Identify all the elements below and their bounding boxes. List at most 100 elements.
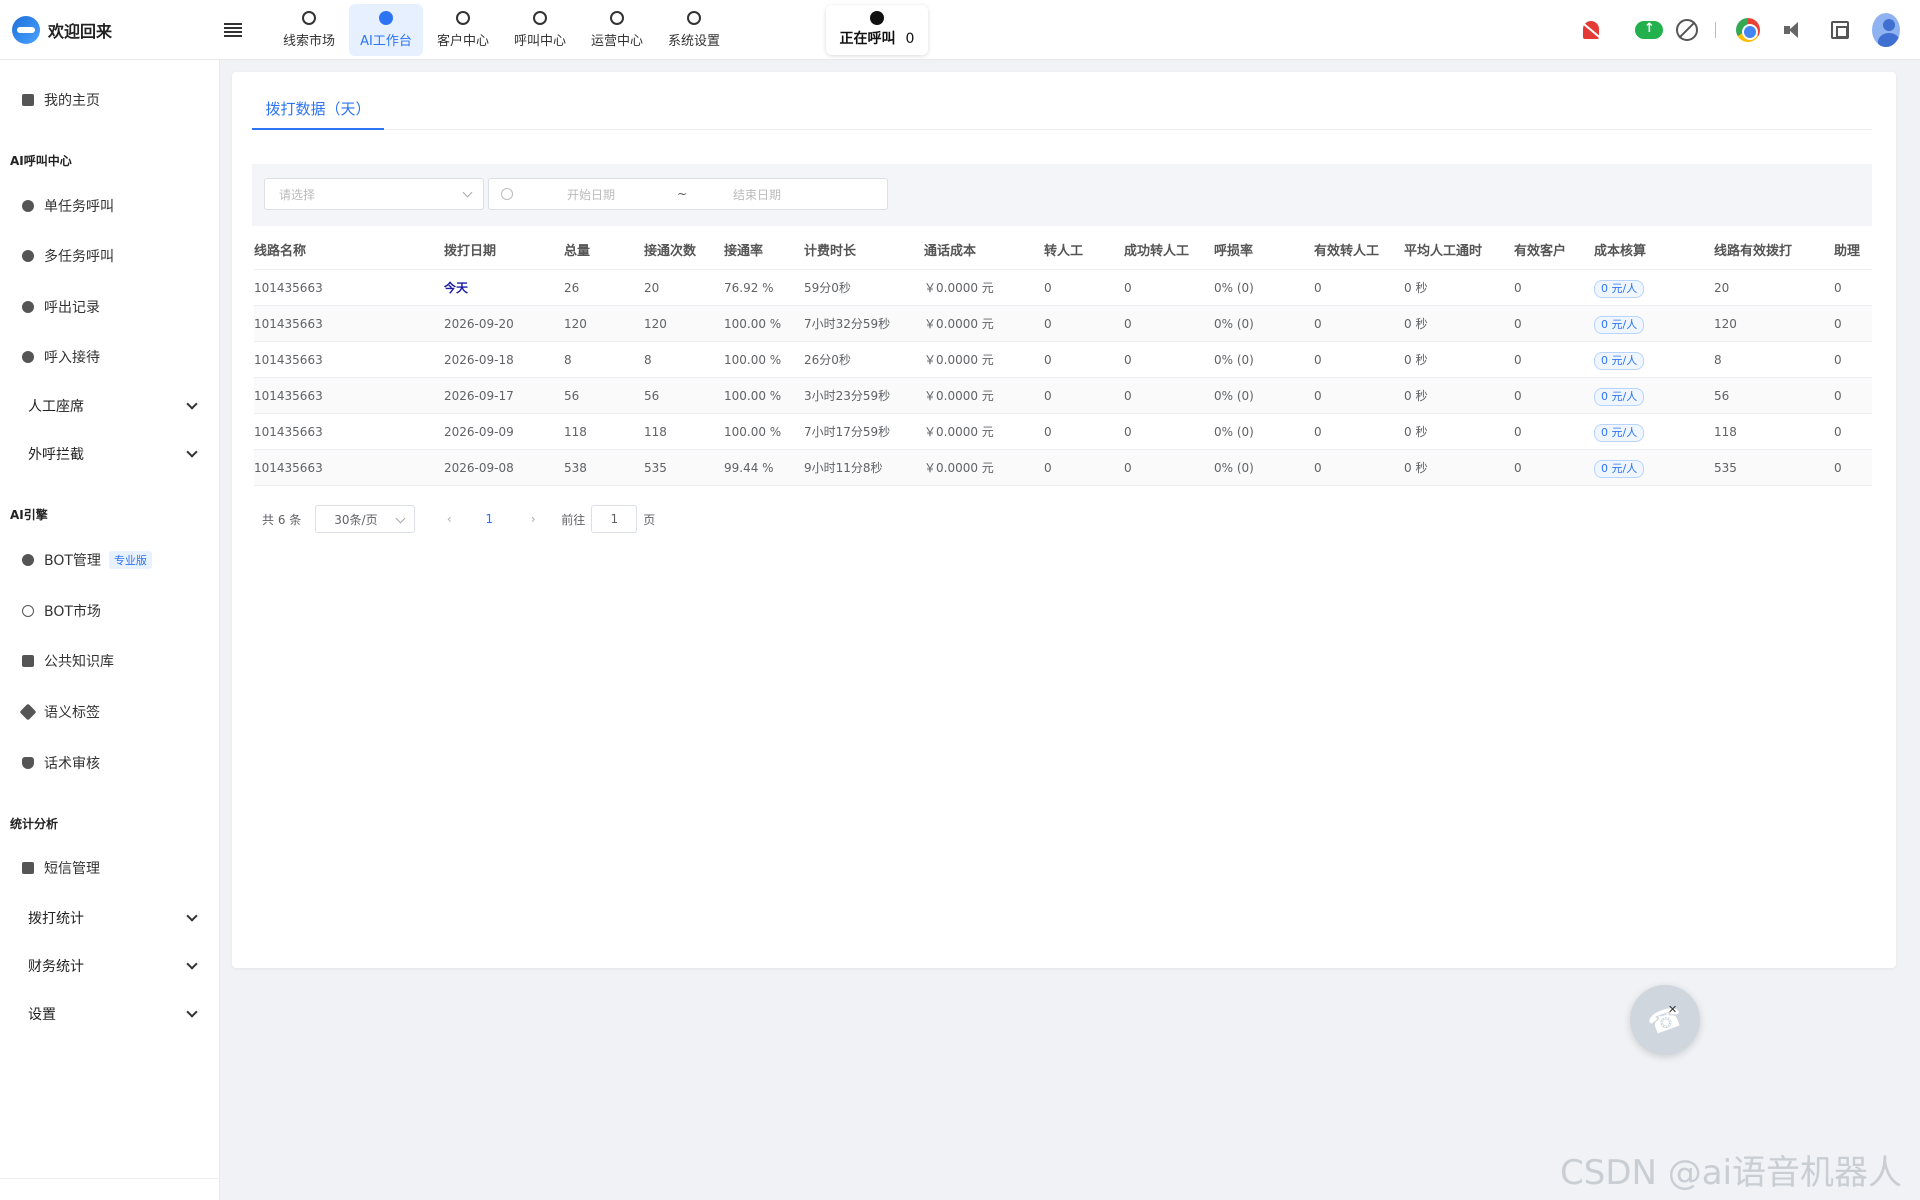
table-cell: 0: [1514, 461, 1522, 475]
table-cell: 0: [1834, 425, 1842, 439]
phone-incoming-icon: [22, 351, 34, 363]
sidebar-item-label: BOT市场: [44, 604, 101, 620]
table-cell: 0: [1044, 317, 1052, 331]
sidebar-item-label: 呼出记录: [44, 300, 100, 316]
calling-status[interactable]: 正在呼叫 0: [826, 5, 928, 55]
goto-page-input[interactable]: [591, 505, 638, 533]
goto-label: 前往: [561, 512, 586, 527]
cost-tag[interactable]: 0 元/人: [1594, 424, 1645, 442]
table-cell: 8: [644, 353, 652, 367]
cost-tag[interactable]: 0 元/人: [1594, 316, 1645, 334]
next-page-icon[interactable]: ›: [523, 505, 543, 533]
nav-call-center[interactable]: 呼叫中心: [503, 4, 577, 56]
column-header[interactable]: 平均人工通时: [1404, 234, 1482, 270]
column-header[interactable]: 有效转人工: [1314, 234, 1379, 270]
sidebar-item-semantic-tags[interactable]: 语义标签: [19, 702, 100, 722]
table-cell: 100.00 %: [724, 389, 782, 403]
table-cell: 0% (0): [1214, 281, 1254, 295]
prev-page-icon[interactable]: ‹: [439, 505, 459, 533]
date-range-picker[interactable]: 开始日期 ~ 结束日期: [488, 178, 888, 210]
table-cell: 0: [1044, 353, 1052, 367]
cost-tag[interactable]: 0 元/人: [1594, 352, 1645, 370]
sidebar-item-inbound-reception[interactable]: 呼入接待: [22, 347, 100, 367]
column-header[interactable]: 转人工: [1044, 234, 1083, 270]
nav-leads-market[interactable]: 线索市场: [272, 4, 346, 56]
phone-icon: ☎: [1642, 998, 1688, 1042]
chrome-icon[interactable]: [1734, 16, 1762, 44]
avatar-icon[interactable]: [1872, 13, 1900, 47]
line-select[interactable]: 请选择: [264, 178, 484, 210]
bell-off-icon[interactable]: [1577, 16, 1605, 44]
sidebar-item-script-review[interactable]: 话术审核: [22, 753, 100, 773]
table-cell: 20: [644, 281, 660, 295]
sidebar-submenu-finance-stats[interactable]: 财务统计: [28, 956, 200, 976]
table-cell: 0 秒: [1404, 389, 1428, 403]
column-header[interactable]: 线路名称: [254, 234, 306, 270]
top-right-tools: [1559, 0, 1900, 60]
hangup-call-button[interactable]: ☎ ✕: [1630, 985, 1700, 1055]
column-header[interactable]: 计费时长: [804, 234, 856, 270]
table-cell: 0% (0): [1214, 353, 1254, 367]
sidebar-submenu-dial-stats[interactable]: 拨打统计: [28, 908, 200, 928]
sidebar-item-home[interactable]: 我的主页: [22, 90, 100, 110]
column-header[interactable]: 呼损率: [1214, 234, 1253, 270]
table-cell: 0% (0): [1214, 389, 1254, 403]
sidebar-submenu-manual-seats[interactable]: 人工座席: [28, 396, 200, 416]
column-header[interactable]: 线路有效拨打: [1714, 234, 1792, 270]
column-header[interactable]: 接通率: [724, 234, 763, 270]
pagination: 共 6 条 30条/页 ‹ 1 › 前往 页: [262, 504, 655, 534]
nav-customer-center[interactable]: 客户中心: [426, 4, 500, 56]
end-date-input[interactable]: 结束日期: [733, 186, 843, 203]
table-cell: 0: [1834, 461, 1842, 475]
sidebar-submenu-outbound-intercept[interactable]: 外呼拦截: [28, 444, 200, 464]
table-cell: 0% (0): [1214, 425, 1254, 439]
table-cell: 101435663: [254, 389, 323, 403]
cost-tag[interactable]: 0 元/人: [1594, 388, 1645, 406]
start-date-input[interactable]: 开始日期: [567, 186, 677, 203]
table-cell: 26分0秒: [804, 353, 851, 367]
sidebar-item-knowledge-base[interactable]: 公共知识库: [22, 651, 114, 671]
column-header[interactable]: 总量: [564, 234, 590, 270]
sidebar-item-multi-task-call[interactable]: 多任务呼叫: [22, 246, 114, 266]
table-cell: 535: [644, 461, 667, 475]
sidebar-item-label: 短信管理: [44, 861, 100, 877]
nav-operations-center[interactable]: 运营中心: [580, 4, 654, 56]
table-cell: 0 元/人: [1594, 450, 1645, 486]
sidebar-item-bot-market[interactable]: BOT市场: [22, 601, 101, 621]
table-cell: 0 秒: [1404, 353, 1428, 367]
sidebar-submenu-settings[interactable]: 设置: [28, 1004, 200, 1024]
table-cell: 99.44 %: [724, 461, 774, 475]
table-cell: 101435663: [254, 353, 323, 367]
table-cell: 今天: [444, 270, 468, 306]
fullscreen-icon[interactable]: [1826, 16, 1854, 44]
app-logo[interactable]: 欢迎回来: [0, 15, 210, 44]
table-cell: 0: [1314, 425, 1322, 439]
table-cell: 0 秒: [1404, 461, 1428, 475]
column-header[interactable]: 有效客户: [1514, 234, 1566, 270]
table-cell: 118: [644, 425, 667, 439]
page-number-current[interactable]: 1: [479, 512, 499, 526]
nav-ai-workbench[interactable]: AI工作台: [349, 3, 423, 56]
sidebar-item-label: 语义标签: [44, 705, 100, 721]
column-header[interactable]: 助理: [1834, 234, 1860, 270]
menu-toggle-icon[interactable]: [224, 22, 242, 37]
column-header[interactable]: 通话成本: [924, 234, 976, 270]
column-header[interactable]: 接通次数: [644, 234, 696, 270]
sidebar-item-single-task-call[interactable]: 单任务呼叫: [22, 196, 114, 216]
speaker-icon[interactable]: [1780, 16, 1808, 44]
column-header[interactable]: 拨打日期: [444, 234, 496, 270]
page-size-select[interactable]: 30条/页: [315, 505, 416, 533]
nav-system-settings[interactable]: 系统设置: [657, 4, 731, 56]
sidebar-item-bot-manage[interactable]: BOT管理 专业版: [22, 550, 152, 570]
table-cell: 0: [1834, 281, 1842, 295]
column-header[interactable]: 成本核算: [1594, 234, 1646, 270]
sidebar-item-outbound-records[interactable]: 呼出记录: [22, 297, 100, 317]
forbid-icon[interactable]: [1673, 16, 1701, 44]
tab-dial-data-daily[interactable]: 拨打数据（天）: [252, 88, 384, 130]
cloud-upload-icon[interactable]: [1635, 16, 1663, 44]
watermark: CSDN @ai语音机器人: [1560, 1153, 1903, 1193]
column-header[interactable]: 成功转人工: [1124, 234, 1189, 270]
cost-tag[interactable]: 0 元/人: [1594, 280, 1645, 298]
sidebar-item-sms[interactable]: 短信管理: [22, 858, 100, 878]
cost-tag[interactable]: 0 元/人: [1594, 460, 1645, 478]
